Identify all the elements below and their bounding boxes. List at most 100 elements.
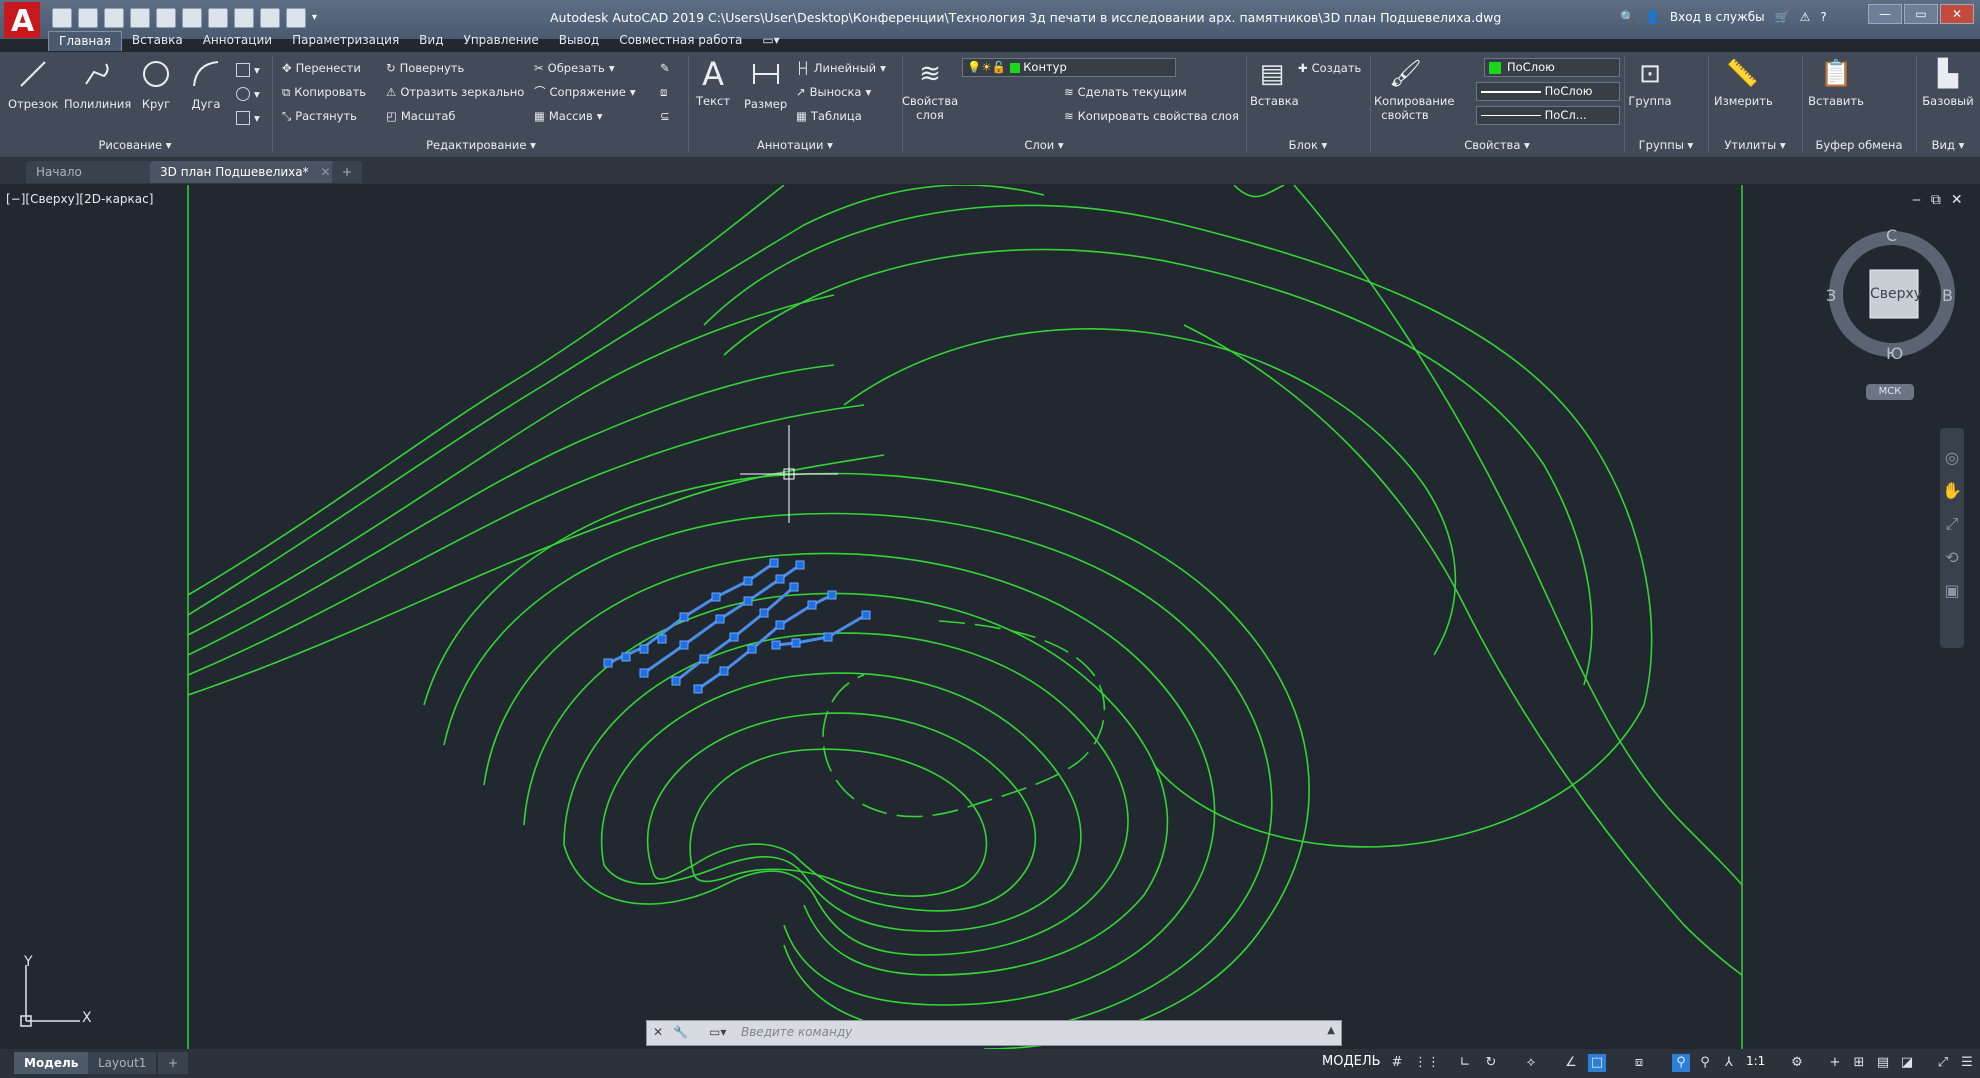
properties-panel-title[interactable]: Свойства ▾ [1372,136,1622,154]
lineweight-combo[interactable]: ПоСлою [1476,82,1620,101]
array-tool[interactable]: ▦ Массив ▾ [534,106,603,126]
hatch-tool[interactable]: ▾ [236,84,260,104]
linetype-combo[interactable]: ПоСл... [1476,106,1620,125]
explode-tool[interactable]: ⊆ [660,106,670,126]
workspace-icon[interactable] [286,8,306,28]
annotation-visibility-icon[interactable]: ⚲ [1672,1054,1690,1072]
match-layer-tool[interactable]: ≋ Копировать свойства слоя [1064,106,1239,126]
customization-menu-icon[interactable]: ☰ [1958,1054,1976,1072]
close-command-icon[interactable]: ✕ [653,1025,663,1039]
line-button[interactable]: Отрезок [8,58,58,111]
base-view-button[interactable]: ▙ Базовый [1920,58,1976,108]
polar-icon[interactable]: ↻ [1482,1054,1500,1072]
isodraft-icon[interactable]: ⟡ [1522,1054,1540,1072]
circle-button[interactable]: Круг [140,58,172,111]
group-button[interactable]: ⊡ Группа [1628,58,1672,108]
command-expand-icon[interactable]: ▲ [1327,1025,1335,1036]
signin-link[interactable]: Вход в службы [1670,10,1765,24]
viewcube-south[interactable]: Ю [1886,344,1903,363]
open-file-icon[interactable] [78,8,98,28]
view-panel-title[interactable]: Вид ▾ [1918,136,1978,154]
tab-home[interactable]: Главная [48,31,122,51]
auto-scale-icon[interactable]: ⚲ [1696,1054,1714,1072]
mirror-tool[interactable]: ⚠ Отразить зеркально [386,82,524,102]
viewcube-north[interactable]: С [1886,226,1897,245]
lineweight-icon[interactable]: ⧈ [1630,1054,1648,1072]
tab-manage[interactable]: Управление [454,31,549,51]
minimize-button[interactable]: — [1868,4,1902,24]
command-history-icon[interactable]: ▭▾ [709,1025,726,1039]
qat-customize-icon[interactable]: ▾ [312,8,322,28]
new-tab-button[interactable]: + [332,161,363,183]
clipboard-panel-title[interactable]: Буфер обмена [1804,136,1914,154]
save-as-icon[interactable] [130,8,150,28]
table-tool[interactable]: ▦ Таблица [796,106,862,126]
create-block-tool[interactable]: ✚ Создать [1298,58,1361,78]
annotation-scale-icon[interactable]: ⅄ [1720,1054,1738,1072]
insert-block-button[interactable]: ▤ Вставка [1250,58,1299,108]
osnap-icon[interactable]: ∠ [1562,1054,1580,1072]
groups-panel-title[interactable]: Группы ▾ [1626,136,1706,154]
draw-panel-title[interactable]: Рисование ▾ [0,136,270,154]
fullscreen-icon[interactable]: ⤢ [1934,1054,1952,1072]
user-icon[interactable]: 👤 [1645,10,1660,24]
linear-tool[interactable]: ├┤ Линейный ▾ [796,58,886,78]
scale-tool[interactable]: ◰ Масштаб [386,106,456,126]
redo-icon[interactable] [260,8,280,28]
modify-panel-title[interactable]: Редактирование ▾ [276,136,686,154]
tab-output[interactable]: Вывод [549,31,609,51]
drawing-viewport[interactable] [4,185,1980,1049]
polyline-button[interactable]: Полилиния [64,58,131,111]
save-icon[interactable] [104,8,124,28]
tab-drawing[interactable]: 3D план Подшевелиха* ✕ [150,161,341,183]
rectangle-tool[interactable]: ▾ [236,60,260,80]
tab-layout1[interactable]: Layout1 [88,1052,157,1074]
viewcube-west[interactable]: З [1826,286,1836,305]
close-tab-icon[interactable]: ✕ [320,165,330,179]
measure-button[interactable]: 📏 Измерить [1714,58,1773,108]
make-current-tool[interactable]: ≋ Сделать текущим [1064,82,1187,102]
color-combo[interactable]: ПоСлою [1484,58,1620,77]
cart-icon[interactable]: 🛒 [1775,10,1790,24]
command-line[interactable]: ✕ 🔧 ▭▾ Введите команду ▲ [646,1020,1342,1046]
tab-annotate[interactable]: Аннотации [193,31,282,51]
ucs-menu[interactable]: МСК [1866,384,1914,400]
help-icon[interactable]: ? [1820,10,1826,24]
showmotion-icon[interactable]: ▣ [1940,581,1964,600]
erase-tool[interactable]: ✎ [660,58,670,78]
tab-collaborate[interactable]: Совместная работа [609,31,752,51]
viewport-minimize-icon[interactable]: ‒ [1912,192,1921,208]
customize-command-icon[interactable]: 🔧 [673,1025,688,1039]
viewport-restore-icon[interactable]: ⧉ [1931,192,1941,208]
workspace-switch-icon[interactable]: ⚙ [1788,1054,1806,1072]
annotation-scale-value[interactable]: 1:1 [1746,1054,1765,1068]
web-save-icon[interactable] [156,8,176,28]
text-button[interactable]: A Текст [696,58,730,108]
print-icon[interactable] [208,8,228,28]
layers-panel-title[interactable]: Слои ▾ [904,136,1184,154]
layer-properties-button[interactable]: ≋ Свойства слоя [902,58,958,122]
trim-tool[interactable]: ✂ Обрезать ▾ [534,58,615,78]
copy-clip-tool[interactable]: ⧈ [660,82,667,102]
stretch-tool[interactable]: ⤡ Растянуть [282,106,357,126]
hardware-acceleration-icon[interactable]: ▤ [1874,1054,1892,1072]
tab-start[interactable]: Начало [26,161,156,183]
annotation-panel-title[interactable]: Аннотации ▾ [690,136,900,154]
match-properties-button[interactable]: 🖌 Копирование свойств [1374,58,1454,122]
viewport-close-icon[interactable]: ✕ [1951,192,1963,208]
grid-icon[interactable]: # [1388,1054,1406,1072]
model-space-toggle[interactable]: МОДЕЛЬ [1322,1054,1381,1069]
arc-button[interactable]: Дуга [190,58,222,111]
viewport-controls-label[interactable]: [−][Сверху][2D-каркас] [6,192,153,206]
steering-wheel-icon[interactable]: ◎ [1940,448,1964,467]
clean-screen-icon[interactable]: ◪ [1898,1054,1916,1072]
autodesk-icon[interactable]: ⚠ [1800,10,1811,24]
move-tool[interactable]: ✥ Перенести [282,58,361,78]
fillet-tool[interactable]: ⌒ Сопряжение ▾ [534,82,636,102]
ortho-icon[interactable]: ∟ [1456,1054,1474,1072]
utilities-panel-title[interactable]: Утилиты ▾ [1710,136,1800,154]
object-snap-tracking-icon[interactable]: □ [1588,1054,1606,1072]
plot-icon[interactable] [182,8,202,28]
autocad-logo-icon[interactable]: A [4,2,40,38]
viewcube-east[interactable]: В [1942,286,1953,305]
